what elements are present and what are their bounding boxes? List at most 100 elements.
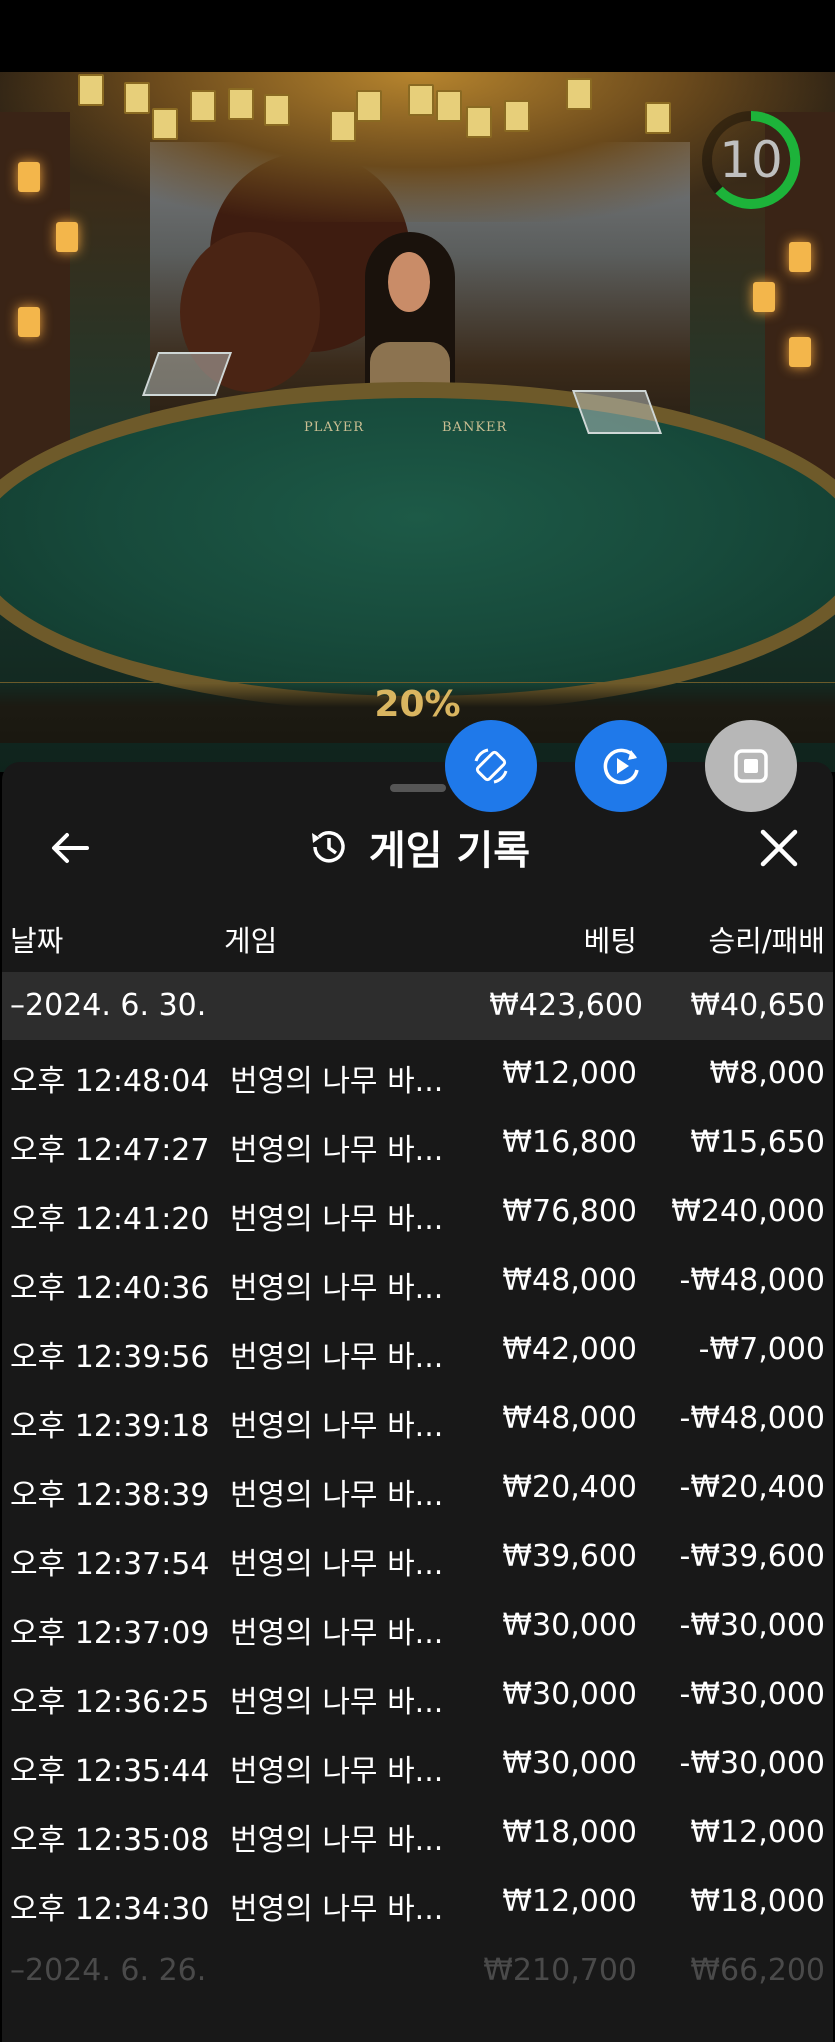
panel-title: 게임 기록 [368,828,531,874]
row-win-loss: -₩30,000 [679,1746,825,1781]
history-row[interactable]: 오후 12:35:44 번영의 나무 바... ₩30,000 -₩30,000 [2,1730,833,1799]
row-bet: ₩12,000 [502,1884,637,1919]
history-row[interactable]: 오후 12:39:18 번영의 나무 바... ₩48,000 -₩48,000 [2,1385,833,1454]
live-video: PLAYER BANKER 10 20% [0,72,835,772]
history-row[interactable]: 오후 12:40:36 번영의 나무 바... ₩48,000 -₩48,000 [2,1247,833,1316]
hanging-lantern [356,90,382,122]
col-date: 날짜 [10,924,64,958]
hanging-lantern [408,84,434,116]
history-row[interactable]: 오후 12:38:39 번영의 나무 바... ₩20,400 -₩20,400 [2,1454,833,1523]
row-game: 번영의 나무 바... [230,1064,444,1099]
row-time: 오후 12:34:30 [10,1892,210,1927]
history-row[interactable]: 오후 12:37:54 번영의 나무 바... ₩39,600 -₩39,600 [2,1523,833,1592]
row-win-loss: ₩240,000 [671,1194,825,1229]
row-time: 오후 12:39:56 [10,1340,210,1375]
arrow-left-icon [52,833,89,863]
row-game: 번영의 나무 바... [230,1202,444,1237]
lamp [56,222,78,252]
row-bet: ₩12,000 [502,1056,637,1091]
history-row[interactable]: 오후 12:41:20 번영의 나무 바... ₩76,800 ₩240,000 [2,1178,833,1247]
row-bet: ₩39,600 [502,1539,637,1574]
rotate-phone-icon [474,748,508,784]
panel-header: 게임 기록 [2,802,833,892]
hanging-lantern [190,90,216,122]
rotate-action-button[interactable] [445,720,537,812]
row-bet: ₩20,400 [502,1470,637,1505]
replay-action-button[interactable] [575,720,667,812]
group-date: –2024. 6. 26. [10,1953,207,1988]
row-win-loss: ₩12,000 [690,1815,825,1850]
close-button[interactable] [751,820,807,876]
row-win-loss: -₩30,000 [679,1677,825,1712]
row-game: 번영의 나무 바... [230,1133,444,1168]
group-win-loss: ₩40,650 [690,988,825,1023]
dealer-face [388,252,430,312]
row-time: 오후 12:40:36 [10,1271,210,1306]
card-shoe [571,390,663,434]
history-row[interactable]: 오후 12:36:25 번영의 나무 바... ₩30,000 -₩30,000 [2,1661,833,1730]
history-row[interactable]: 오후 12:47:27 번영의 나무 바... ₩16,800 ₩15,650 [2,1109,833,1178]
row-win-loss: ₩15,650 [690,1125,825,1160]
row-game: 번영의 나무 바... [230,1409,444,1444]
row-win-loss: -₩39,600 [679,1539,825,1574]
col-win-loss: 승리/패배 [708,924,826,958]
hanging-lantern [504,100,530,132]
col-bet: 베팅 [583,924,637,958]
row-bet: ₩30,000 [502,1746,637,1781]
row-bet: ₩48,000 [502,1401,637,1436]
banker-label: BANKER [442,420,508,435]
history-list: –2024. 6. 30. ₩423,600 ₩40,650 오후 12:48:… [2,972,833,2006]
hanging-lantern [264,94,290,126]
row-time: 오후 12:37:09 [10,1616,210,1651]
row-game: 번영의 나무 바... [230,1685,444,1720]
col-game: 게임 [224,924,278,958]
history-row[interactable]: 오후 12:37:09 번영의 나무 바... ₩30,000 -₩30,000 [2,1592,833,1661]
history-row[interactable]: 오후 12:48:04 번영의 나무 바... ₩12,000 ₩8,000 [2,1040,833,1109]
row-bet: ₩16,800 [502,1125,637,1160]
row-time: 오후 12:37:54 [10,1547,210,1582]
row-win-loss: ₩18,000 [690,1884,825,1919]
row-game: 번영의 나무 바... [230,1616,444,1651]
row-time: 오후 12:39:18 [10,1409,210,1444]
drag-handle[interactable] [390,784,446,792]
lamp [18,307,40,337]
hanging-lantern [436,90,462,122]
row-time: 오후 12:35:08 [10,1823,210,1858]
row-game: 번영의 나무 바... [230,1271,444,1306]
hanging-lantern [645,102,671,134]
row-time: 오후 12:35:44 [10,1754,210,1789]
date-group-row[interactable]: –2024. 6. 30. ₩423,600 ₩40,650 [2,972,833,1040]
row-win-loss: -₩7,000 [698,1332,825,1367]
history-row[interactable]: 오후 12:39:56 번영의 나무 바... ₩42,000 -₩7,000 [2,1316,833,1385]
history-row[interactable]: 오후 12:35:08 번영의 나무 바... ₩18,000 ₩12,000 [2,1799,833,1868]
row-win-loss: -₩48,000 [679,1263,825,1298]
row-time: 오후 12:41:20 [10,1202,210,1237]
stop-action-button[interactable] [705,720,797,812]
title-wrap: 게임 기록 [2,802,833,892]
game-history-panel: 게임 기록 날짜 게임 베팅 승리/패배 –2024. 6. 30. ₩423,… [2,762,833,2042]
row-time: 오후 12:38:39 [10,1478,210,1513]
row-bet: ₩18,000 [502,1815,637,1850]
status-bar [0,0,835,72]
replay-icon [603,748,639,785]
row-win-loss: -₩48,000 [679,1401,825,1436]
hanging-lantern [152,108,178,140]
row-bet: ₩30,000 [502,1608,637,1643]
lamp [753,282,775,312]
history-row[interactable]: 오후 12:34:30 번영의 나무 바... ₩12,000 ₩18,000 [2,1868,833,1937]
group-win-loss: ₩66,200 [690,1953,825,1988]
row-time: 오후 12:36:25 [10,1685,210,1720]
back-button[interactable] [42,820,98,876]
row-win-loss: -₩20,400 [679,1470,825,1505]
next-date-group-row[interactable]: –2024. 6. 26. ₩210,700 ₩66,200 [2,1937,833,2006]
lamp [789,242,811,272]
hanging-lantern [124,82,150,114]
row-game: 번영의 나무 바... [230,1823,444,1858]
hanging-lantern [78,74,104,106]
row-time: 오후 12:47:27 [10,1133,210,1168]
row-win-loss: -₩30,000 [679,1608,825,1643]
row-game: 번영의 나무 바... [230,1547,444,1582]
group-bet: ₩210,700 [483,1953,637,1988]
column-header: 날짜 게임 베팅 승리/패배 [2,912,833,968]
row-bet: ₩76,800 [502,1194,637,1229]
